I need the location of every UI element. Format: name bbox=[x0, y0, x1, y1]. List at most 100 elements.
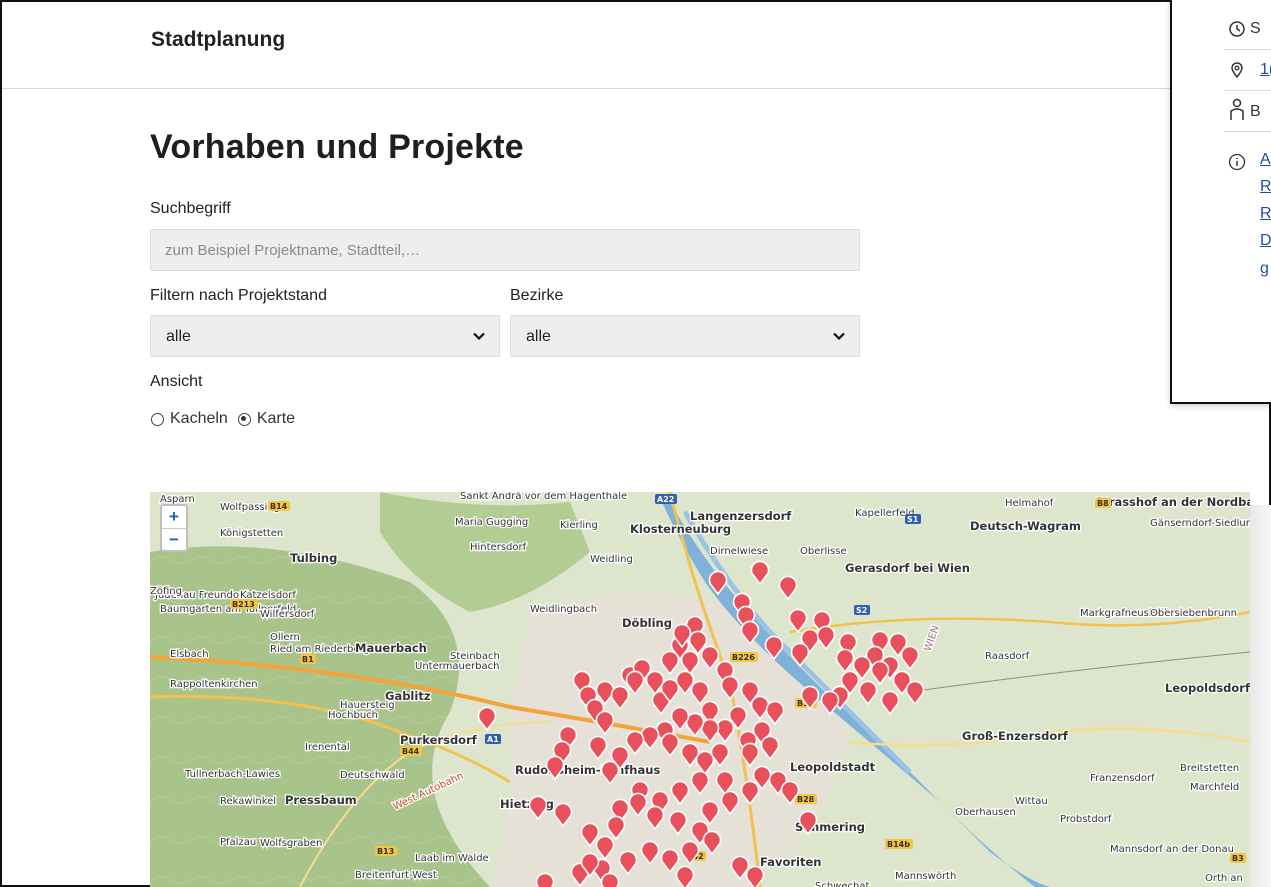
svg-text:A22: A22 bbox=[657, 495, 674, 504]
map-place-label: Groß-Enzersdorf bbox=[962, 729, 1069, 743]
svg-text:B14: B14 bbox=[270, 502, 288, 511]
map-place-label: Dirnelwiese bbox=[710, 546, 768, 557]
map-place-label: Orth an bbox=[1205, 873, 1243, 884]
road-shield: A22 bbox=[655, 494, 677, 504]
site-header: Stadtplanung bbox=[2, 2, 1269, 89]
map-place-label: Oberhausen bbox=[955, 807, 1016, 818]
svg-text:B14b: B14b bbox=[887, 840, 910, 849]
map-place-label: Purkersdorf bbox=[400, 733, 478, 747]
popup-divider bbox=[1224, 131, 1271, 132]
map-place-label: Pfalzau bbox=[220, 837, 256, 848]
map-place-label: Probstdorf bbox=[1060, 814, 1112, 825]
map-place-label: Helmahof bbox=[1005, 498, 1054, 509]
svg-text:B213: B213 bbox=[232, 600, 255, 609]
map-place-label: Rekawinkel bbox=[220, 796, 276, 807]
map-place-label: Leopoldsdorf im Marchfelde bbox=[1165, 681, 1250, 695]
popup-info-link[interactable]: A bbox=[1260, 151, 1271, 169]
popup-info-link[interactable]: D bbox=[1260, 232, 1271, 250]
map-place-label: Gerasdorf bei Wien bbox=[845, 561, 970, 575]
road-shield: S1 bbox=[905, 514, 921, 524]
map-place-label: Obersiebenbrunn bbox=[1150, 608, 1237, 619]
map-place-label: Hintersdorf bbox=[470, 542, 527, 553]
road-shield: B28 bbox=[795, 794, 817, 804]
zoom-in-button[interactable]: + bbox=[162, 506, 186, 529]
map-place-label: Wilfersdorf bbox=[260, 609, 315, 620]
map-place-label: Strasshof an der Nordbahn bbox=[1095, 495, 1250, 509]
popup-contact-text: B bbox=[1250, 103, 1261, 120]
svg-text:A1: A1 bbox=[487, 735, 499, 744]
map-place-label: Kierling bbox=[560, 520, 598, 531]
project-marker[interactable] bbox=[600, 872, 620, 887]
road-shield: S2 bbox=[854, 605, 870, 615]
filter-district-label: Bezirke bbox=[510, 287, 564, 304]
map-place-label: Raasdorf bbox=[985, 651, 1030, 662]
svg-text:B28: B28 bbox=[797, 795, 815, 804]
svg-text:B44: B44 bbox=[402, 747, 420, 756]
view-option-karte[interactable]: Karte bbox=[237, 410, 296, 428]
map-place-label: Hochbuch bbox=[328, 710, 378, 721]
map-place-label: Tulbing bbox=[290, 551, 337, 565]
clock-icon bbox=[1229, 21, 1245, 37]
map-place-label: Mannswörth bbox=[895, 871, 956, 882]
view-radio-group: Kacheln Karte bbox=[151, 410, 305, 428]
project-map[interactable]: Asparn Wolfpassing Sankt Andrä vor dem Hag… bbox=[150, 492, 1250, 887]
svg-text:S1: S1 bbox=[907, 515, 919, 524]
filter-district-select[interactable]: alle bbox=[510, 315, 860, 357]
map-place-label: Schwechat bbox=[815, 881, 869, 887]
zoom-out-button[interactable]: − bbox=[162, 529, 186, 551]
popup-divider bbox=[1224, 90, 1271, 91]
map-panel-edge bbox=[1250, 505, 1271, 887]
road-shield: B8 bbox=[1095, 498, 1111, 508]
map-canvas[interactable]: AsparnWolfpassingSankt Andrä vor dem Hag… bbox=[150, 492, 1250, 887]
svg-text:S2: S2 bbox=[856, 606, 867, 615]
popup-info-link[interactable]: R bbox=[1260, 178, 1271, 196]
map-place-label: Untermauerbach bbox=[415, 661, 499, 672]
page-title: Vorhaben und Projekte bbox=[150, 128, 524, 166]
road-shield: B13 bbox=[375, 846, 397, 856]
popup-info-link[interactable]: g bbox=[1260, 260, 1269, 278]
map-place-label: Leopoldstadt bbox=[790, 760, 876, 774]
map-zoom-control[interactable]: + − bbox=[160, 504, 188, 552]
map-place-label: Pressbaum bbox=[285, 793, 357, 807]
chevron-down-icon bbox=[473, 332, 485, 341]
project-marker[interactable] bbox=[535, 872, 555, 887]
road-shield: B44 bbox=[400, 746, 422, 756]
road-shield: B213 bbox=[230, 599, 258, 609]
road-shield: A1 bbox=[485, 734, 501, 744]
project-info-popup: S 1( B A R R D g bbox=[1170, 0, 1271, 404]
filter-status-select[interactable]: alle bbox=[150, 315, 500, 357]
road-shield: B1 bbox=[300, 654, 316, 664]
popup-info-link[interactable]: R bbox=[1260, 205, 1271, 223]
map-place-label: Breitenfurt-West bbox=[355, 870, 437, 881]
svg-text:B13: B13 bbox=[377, 847, 394, 856]
map-place-label: Tullnerbach-Lawies bbox=[184, 769, 280, 780]
map-place-label: Weidling bbox=[590, 554, 633, 565]
map-place-label: Königstetten bbox=[220, 528, 283, 539]
map-place-label: Elsbach bbox=[170, 649, 209, 660]
radio-kacheln[interactable] bbox=[151, 412, 164, 426]
map-place-label: Wittau bbox=[1015, 796, 1048, 807]
map-place-label: Rappoltenkirchen bbox=[170, 679, 258, 690]
map-place-label: Marchfeld bbox=[1190, 782, 1239, 793]
map-place-label: Breitstetten bbox=[1180, 763, 1239, 774]
popup-address-link[interactable]: 1( bbox=[1260, 61, 1271, 79]
view-label: Ansicht bbox=[150, 373, 203, 390]
search-input[interactable] bbox=[150, 229, 860, 271]
map-place-label: Deutsch-Wagram bbox=[970, 519, 1081, 533]
road-shield: B226 bbox=[730, 652, 758, 662]
map-place-label: Mauerbach bbox=[355, 641, 427, 655]
view-option-kacheln-label: Kacheln bbox=[170, 410, 228, 427]
map-place-label: Zöfing bbox=[150, 586, 182, 597]
road-shield: B14b bbox=[885, 839, 913, 849]
map-place-label: Sankt Andrä vor dem Hagenthale bbox=[460, 492, 627, 502]
radio-karte[interactable] bbox=[237, 412, 251, 426]
map-place-label: Döbling bbox=[622, 616, 672, 630]
map-place-label: Deutschwald bbox=[340, 770, 405, 781]
map-place-label: Mannsdorf an der Donau bbox=[1110, 844, 1234, 855]
site-title[interactable]: Stadtplanung bbox=[151, 28, 285, 52]
svg-text:B3: B3 bbox=[1232, 854, 1244, 863]
view-option-kacheln[interactable]: Kacheln bbox=[151, 410, 228, 428]
map-place-label: Wolfsgraben bbox=[260, 838, 322, 849]
view-option-karte-label: Karte bbox=[256, 410, 296, 427]
map-place-label: Klosterneuburg bbox=[630, 522, 731, 536]
